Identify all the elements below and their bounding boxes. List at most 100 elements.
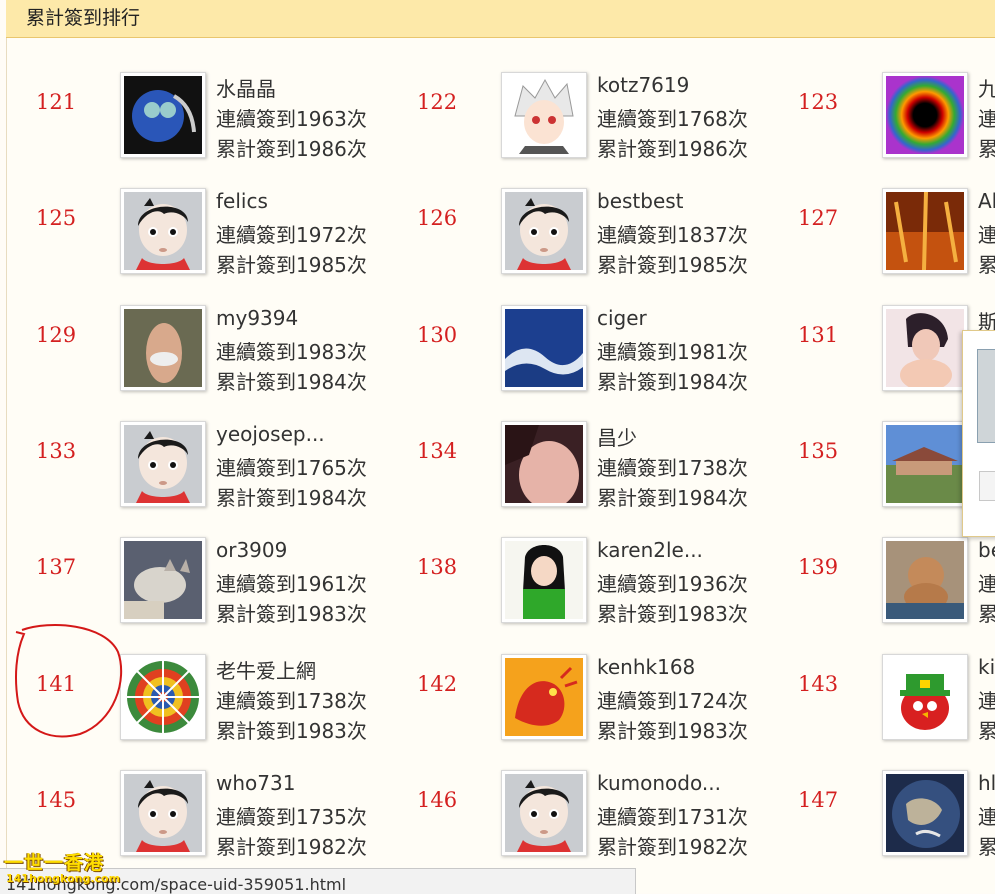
username-link[interactable]: bestbest	[597, 189, 684, 213]
user-avatar[interactable]	[120, 770, 206, 856]
default-avatar-image	[505, 192, 583, 270]
rank-number: 130	[417, 323, 458, 347]
user-avatar[interactable]	[120, 654, 206, 740]
dragon-image	[505, 658, 583, 736]
total-count: 累計簽到1985次	[597, 253, 748, 277]
angry-bird-image	[886, 658, 964, 736]
total-count: 累計簽到1983次	[216, 602, 367, 626]
rank-number: 125	[36, 206, 77, 230]
user-avatar[interactable]	[501, 421, 587, 507]
streak-count: 連續簽到1765次	[216, 456, 367, 480]
username-link[interactable]: hl	[978, 771, 995, 795]
username-link[interactable]: Al	[978, 189, 995, 213]
username-link[interactable]: be	[978, 538, 995, 562]
user-avatar[interactable]	[501, 537, 587, 623]
total-count: 累	[978, 719, 995, 743]
user-avatar[interactable]	[120, 537, 206, 623]
username-link[interactable]: yeojosep...	[216, 422, 325, 446]
username-link[interactable]: ciger	[597, 306, 647, 330]
site-watermark-logo: 一世一香港 141hongkong.com	[4, 848, 129, 890]
streak-count: 連續簽到1972次	[216, 223, 367, 247]
watermark-title: 一世一香港	[4, 852, 105, 874]
user-avatar[interactable]	[120, 188, 206, 274]
ranking-entry: 129 my9394 連續簽到1983次 累計簽到1984次	[6, 305, 386, 409]
username-link[interactable]: 水晶晶	[216, 73, 276, 102]
ranking-entry: 134 昌少連續簽到1738次 累計簽到1984次	[387, 421, 767, 525]
rank-number: 147	[798, 788, 839, 812]
total-count: 累計簽到1984次	[216, 370, 367, 394]
user-avatar[interactable]	[501, 188, 587, 274]
face-photo-image	[886, 309, 964, 387]
total-count: 累計簽到1986次	[597, 137, 748, 161]
streak-count: 連續簽到1961次	[216, 572, 367, 596]
username-link[interactable]: kotz7619	[597, 73, 689, 97]
streak-count: 連續簽到1837次	[597, 223, 748, 247]
username-link[interactable]: who731	[216, 771, 295, 795]
user-avatar[interactable]	[882, 72, 968, 158]
streak-count: 連	[978, 805, 995, 829]
user-avatar[interactable]	[882, 421, 968, 507]
cat-photo-image	[124, 541, 202, 619]
user-avatar[interactable]	[882, 770, 968, 856]
user-avatar[interactable]	[882, 654, 968, 740]
user-avatar[interactable]	[501, 72, 587, 158]
kaleidoscope-image	[124, 658, 202, 736]
rank-number: 127	[798, 206, 839, 230]
rank-number: 143	[798, 672, 839, 696]
username-link[interactable]: kumonodo...	[597, 771, 721, 795]
ranking-entry: 126 bestbest 連續簽到1837次 累計簽到1985次	[387, 188, 767, 292]
total-count: 累計簽到1984次	[597, 486, 748, 510]
ranking-entry: 131斯連累	[768, 305, 995, 409]
username-link[interactable]: karen2le...	[597, 538, 703, 562]
rank-number: 122	[417, 90, 458, 114]
ranking-entry: 123 九連累	[768, 72, 995, 176]
streak-count: 連	[978, 107, 995, 131]
rank-number: 146	[417, 788, 458, 812]
username-link[interactable]: 九	[978, 73, 995, 102]
username-link[interactable]: felics	[216, 189, 268, 213]
total-count: 累	[978, 253, 995, 277]
robot-photo-image	[124, 76, 202, 154]
total-count: 累	[978, 835, 995, 859]
user-avatar[interactable]	[120, 421, 206, 507]
ranking-entry: 125 felics 連續簽到1972次 累計簽到1985次	[6, 188, 386, 292]
ranking-entry: 147 hl 連累	[768, 770, 995, 874]
streak-count: 連續簽到1724次	[597, 689, 748, 713]
username-link[interactable]: or3909	[216, 538, 287, 562]
hover-card[interactable]	[962, 330, 995, 537]
user-avatar[interactable]	[501, 305, 587, 391]
default-avatar-image	[505, 774, 583, 852]
user-avatar[interactable]	[501, 770, 587, 856]
rank-number: 126	[417, 206, 458, 230]
blue-texture-image	[505, 309, 583, 387]
user-avatar[interactable]	[882, 305, 968, 391]
rank-number: 137	[36, 555, 77, 579]
user-avatar[interactable]	[501, 654, 587, 740]
default-avatar-image	[124, 425, 202, 503]
rank-number: 121	[36, 90, 77, 114]
hover-card-button[interactable]	[979, 471, 995, 501]
total-count: 累	[978, 137, 995, 161]
username-link[interactable]: my9394	[216, 306, 298, 330]
girl-photo-image	[505, 541, 583, 619]
ranking-entry: 127 Al 連累	[768, 188, 995, 292]
username-link[interactable]: ki	[978, 655, 995, 679]
user-avatar[interactable]	[120, 72, 206, 158]
username-link[interactable]: kenhk168	[597, 655, 695, 679]
default-avatar-image	[124, 774, 202, 852]
total-count: 累計簽到1984次	[597, 370, 748, 394]
username-link[interactable]: 昌少	[597, 422, 637, 451]
streak-count: 連續簽到1738次	[597, 456, 748, 480]
username-link[interactable]: 老牛爱上網	[216, 655, 316, 684]
hover-card-avatar	[977, 349, 995, 443]
rank-number: 133	[36, 439, 77, 463]
user-avatar[interactable]	[120, 305, 206, 391]
rank-number: 134	[417, 439, 458, 463]
ranking-entry: 142 kenhk168 連續簽到1724次 累計簽到1983次	[387, 654, 767, 758]
user-avatar[interactable]	[882, 188, 968, 274]
anime-boy-image	[505, 76, 583, 154]
total-count: 累	[978, 602, 995, 626]
streak-count: 連續簽到1768次	[597, 107, 748, 131]
user-avatar[interactable]	[882, 537, 968, 623]
streak-count: 連	[978, 689, 995, 713]
